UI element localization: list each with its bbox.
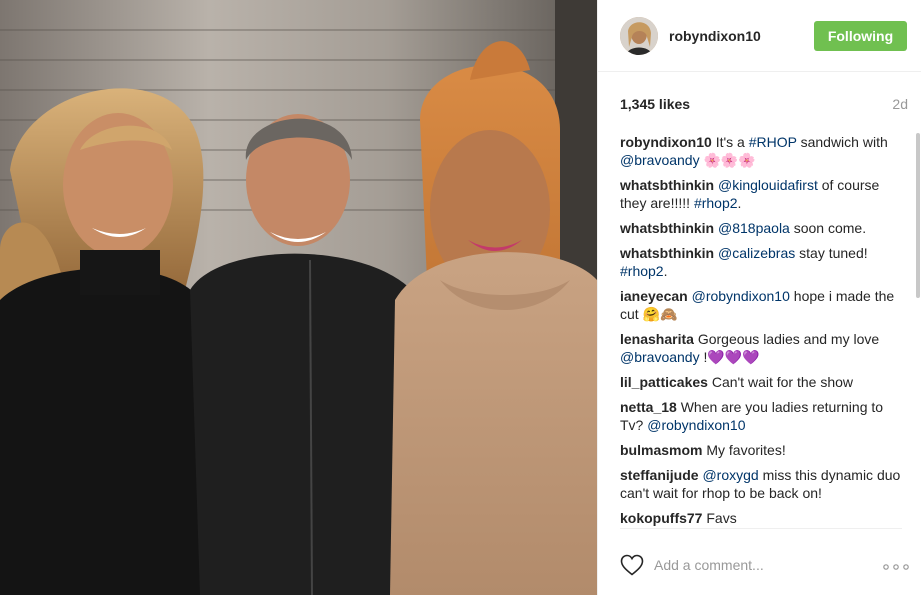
- comment-item: whatsbthinkin @818paola soon come.: [620, 219, 902, 237]
- comment-username[interactable]: whatsbthinkin: [620, 177, 714, 193]
- post-username[interactable]: robyndixon10: [669, 28, 761, 44]
- comment-item: steffanijude @roxygd miss this dynamic d…: [620, 466, 902, 502]
- comment-username[interactable]: whatsbthinkin: [620, 245, 714, 261]
- comment-mention-link[interactable]: #rhop2: [620, 263, 664, 279]
- comment-mention-link[interactable]: @roxygd: [702, 467, 758, 483]
- comment-text: stay tuned!: [795, 245, 868, 261]
- more-options-icon[interactable]: [883, 564, 909, 570]
- comment-text: 🌸🌸🌸: [699, 152, 756, 168]
- post-photo[interactable]: [0, 0, 597, 595]
- comment-mention-link[interactable]: @bravoandy: [620, 152, 700, 168]
- comment-text: Gorgeous ladies and my love: [697, 331, 880, 347]
- comment-text: soon come.: [789, 220, 867, 236]
- comment-text: My favorites!: [706, 442, 786, 458]
- comment-mention-link[interactable]: @robyndixon10: [647, 417, 745, 433]
- comment-username[interactable]: whatsbthinkin: [620, 220, 714, 236]
- add-comment-input[interactable]: [654, 554, 874, 576]
- comment-item: bulmasmom My favorites!: [620, 441, 902, 459]
- comment-username[interactable]: ianeyecan: [620, 288, 688, 304]
- comments-scrollbar[interactable]: [916, 133, 920, 298]
- post-meta: 1,345 likes 2d: [620, 96, 908, 114]
- comment-username[interactable]: robyndixon10: [620, 134, 712, 150]
- comment-item: robyndixon10 It's a #RHOP sandwich with …: [620, 133, 902, 169]
- post-details-panel: robyndixon10 Following 1,345 likes 2d ro…: [597, 0, 921, 595]
- comment-mention-link[interactable]: @bravoandy: [620, 349, 700, 365]
- comment-username[interactable]: lenasharita: [620, 331, 694, 347]
- comment-item: netta_18 When are you ladies returning t…: [620, 398, 902, 434]
- comment-username[interactable]: lil_patticakes: [620, 374, 708, 390]
- comment-item: kokopuffs77 Favs: [620, 509, 902, 527]
- comment-username[interactable]: kokopuffs77: [620, 510, 702, 526]
- comment-bar: [598, 540, 921, 590]
- post-header: robyndixon10 Following: [598, 0, 921, 72]
- comment-username[interactable]: steffanijude: [620, 467, 699, 483]
- comment-text: Can't wait for the show: [711, 374, 854, 390]
- comment-mention-link[interactable]: #rhop2: [694, 195, 738, 211]
- comments-list[interactable]: robyndixon10 It's a #RHOP sandwich with …: [620, 133, 902, 529]
- comment-text: Favs: [706, 510, 737, 526]
- comment-item: lenasharita Gorgeous ladies and my love …: [620, 330, 902, 366]
- post-age[interactable]: 2d: [892, 96, 908, 112]
- comment-item: whatsbthinkin @kinglouidafirst of course…: [620, 176, 902, 212]
- comment-mention-link[interactable]: @kinglouidafirst: [718, 177, 818, 193]
- comment-username[interactable]: bulmasmom: [620, 442, 702, 458]
- comment-mention-link[interactable]: @calizebras: [718, 245, 795, 261]
- comment-item: whatsbthinkin @calizebras stay tuned! #r…: [620, 244, 902, 280]
- avatar[interactable]: [620, 17, 658, 55]
- following-button[interactable]: Following: [814, 21, 907, 51]
- heart-icon[interactable]: [620, 554, 644, 576]
- comment-text: sandwich with: [796, 134, 888, 150]
- comment-item: lil_patticakes Can't wait for the show: [620, 373, 902, 391]
- comment-text: .: [737, 195, 742, 211]
- comment-mention-link[interactable]: @818paola: [718, 220, 790, 236]
- likes-count[interactable]: 1,345 likes: [620, 96, 690, 112]
- avatar-image: [620, 17, 658, 55]
- comment-text: It's a: [715, 134, 749, 150]
- comment-text: .: [663, 263, 668, 279]
- instagram-post: robyndixon10 Following 1,345 likes 2d ro…: [0, 0, 921, 595]
- photo-illustration: [0, 0, 597, 595]
- comment-text: !💜💜💜: [699, 349, 760, 365]
- comment-item: ianeyecan @robyndixon10 hope i made the …: [620, 287, 902, 323]
- comment-mention-link[interactable]: #RHOP: [749, 134, 797, 150]
- comment-mention-link[interactable]: @robyndixon10: [692, 288, 790, 304]
- comment-username[interactable]: netta_18: [620, 399, 677, 415]
